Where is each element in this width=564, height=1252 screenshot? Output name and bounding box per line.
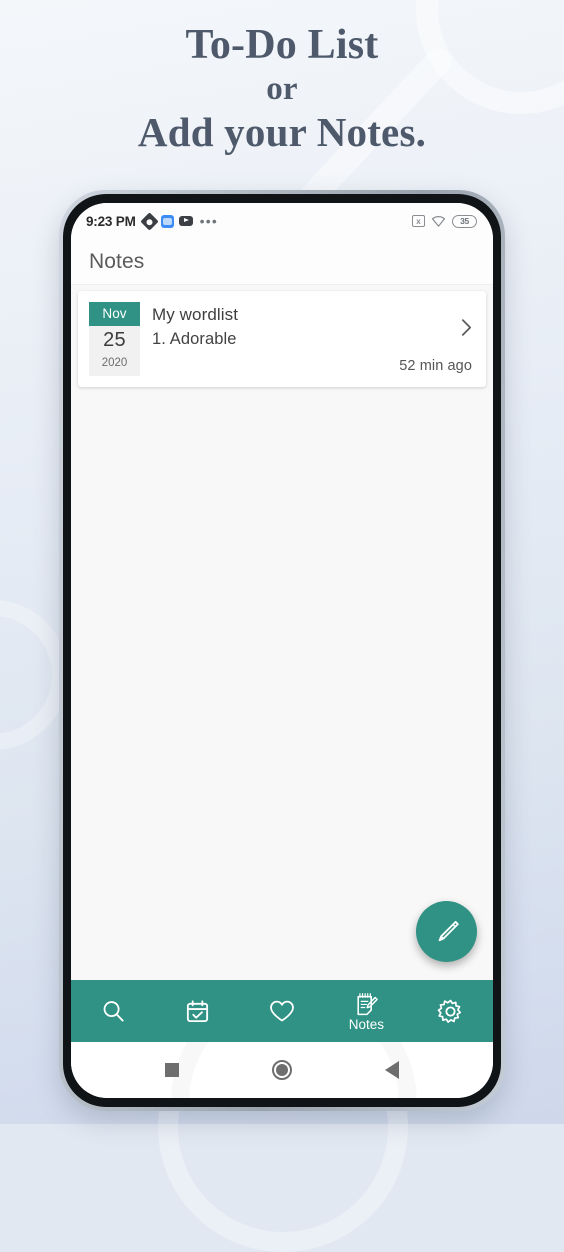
note-title: My wordlist [152,305,239,324]
heart-icon [270,1000,294,1022]
note-date-badge: Nov 25 2020 [89,302,140,376]
notes-icon [357,992,379,1015]
no-sim-icon: x [412,215,425,227]
note-date-day: 25 [103,329,126,351]
nav-item-settings[interactable] [409,980,493,1042]
gear-icon [438,999,462,1023]
triangle-back-icon[interactable] [384,1061,399,1079]
watermark-circle-left [0,600,68,750]
calendar-check-icon [187,999,209,1022]
nav-item-calendar[interactable] [155,980,239,1042]
headline-line-2: or [266,71,298,107]
nav-item-notes-label: Notes [348,1016,385,1032]
note-subtitle: 1. Adorable [152,330,237,348]
circle-icon[interactable] [271,1060,292,1080]
note-meta-block: 52 min ago [366,302,474,376]
phone-bezel: 9:23 PM ••• x 35 Notes Nov 25 2020 My wo… [63,194,501,1107]
phone-mockup: 9:23 PM ••• x 35 Notes Nov 25 2020 My wo… [59,190,505,1111]
nav-item-favorites[interactable] [240,980,324,1042]
search-icon [103,1000,124,1021]
note-timestamp: 52 min ago [399,358,472,374]
status-bar-overflow-icon: ••• [199,213,218,229]
page-title: Notes [89,249,145,273]
status-bar-time: 9:23 PM [86,213,136,229]
square-icon[interactable] [165,1063,180,1077]
blue-app-icon [160,214,174,228]
pencil-icon [438,920,459,941]
promo-headline: To-Do List or Add your Notes. [0,24,564,153]
status-bar-app-icons [139,211,193,231]
notes-list: Nov 25 2020 My wordlist 1. Adorable 52 m… [71,285,493,980]
headline-line-3: Add your Notes. [137,109,427,155]
status-bar: 9:23 PM ••• x 35 [71,203,493,239]
battery-icon: 35 [452,214,477,228]
sync-app-icon [139,211,159,231]
nav-item-search[interactable] [71,980,155,1042]
headline-line-1: To-Do List [185,22,379,68]
bottom-navigation-bar: Notes [71,980,493,1042]
note-list-item[interactable]: Nov 25 2020 My wordlist 1. Adorable 52 m… [78,291,486,387]
status-bar-system-icons: x 35 [412,214,477,228]
note-date-month: Nov [89,302,140,326]
chevron-right-icon[interactable] [461,318,472,337]
note-text-block: My wordlist 1. Adorable [140,302,366,376]
wifi-icon [431,215,446,227]
add-note-fab[interactable] [416,901,477,962]
android-navigation-bar [71,1042,493,1098]
phone-screen: 9:23 PM ••• x 35 Notes Nov 25 2020 My wo… [71,203,493,1098]
app-bar: Notes [71,239,493,285]
note-date-year: 2020 [101,357,128,369]
video-app-icon [178,216,193,226]
nav-item-notes[interactable]: Notes [324,980,408,1042]
